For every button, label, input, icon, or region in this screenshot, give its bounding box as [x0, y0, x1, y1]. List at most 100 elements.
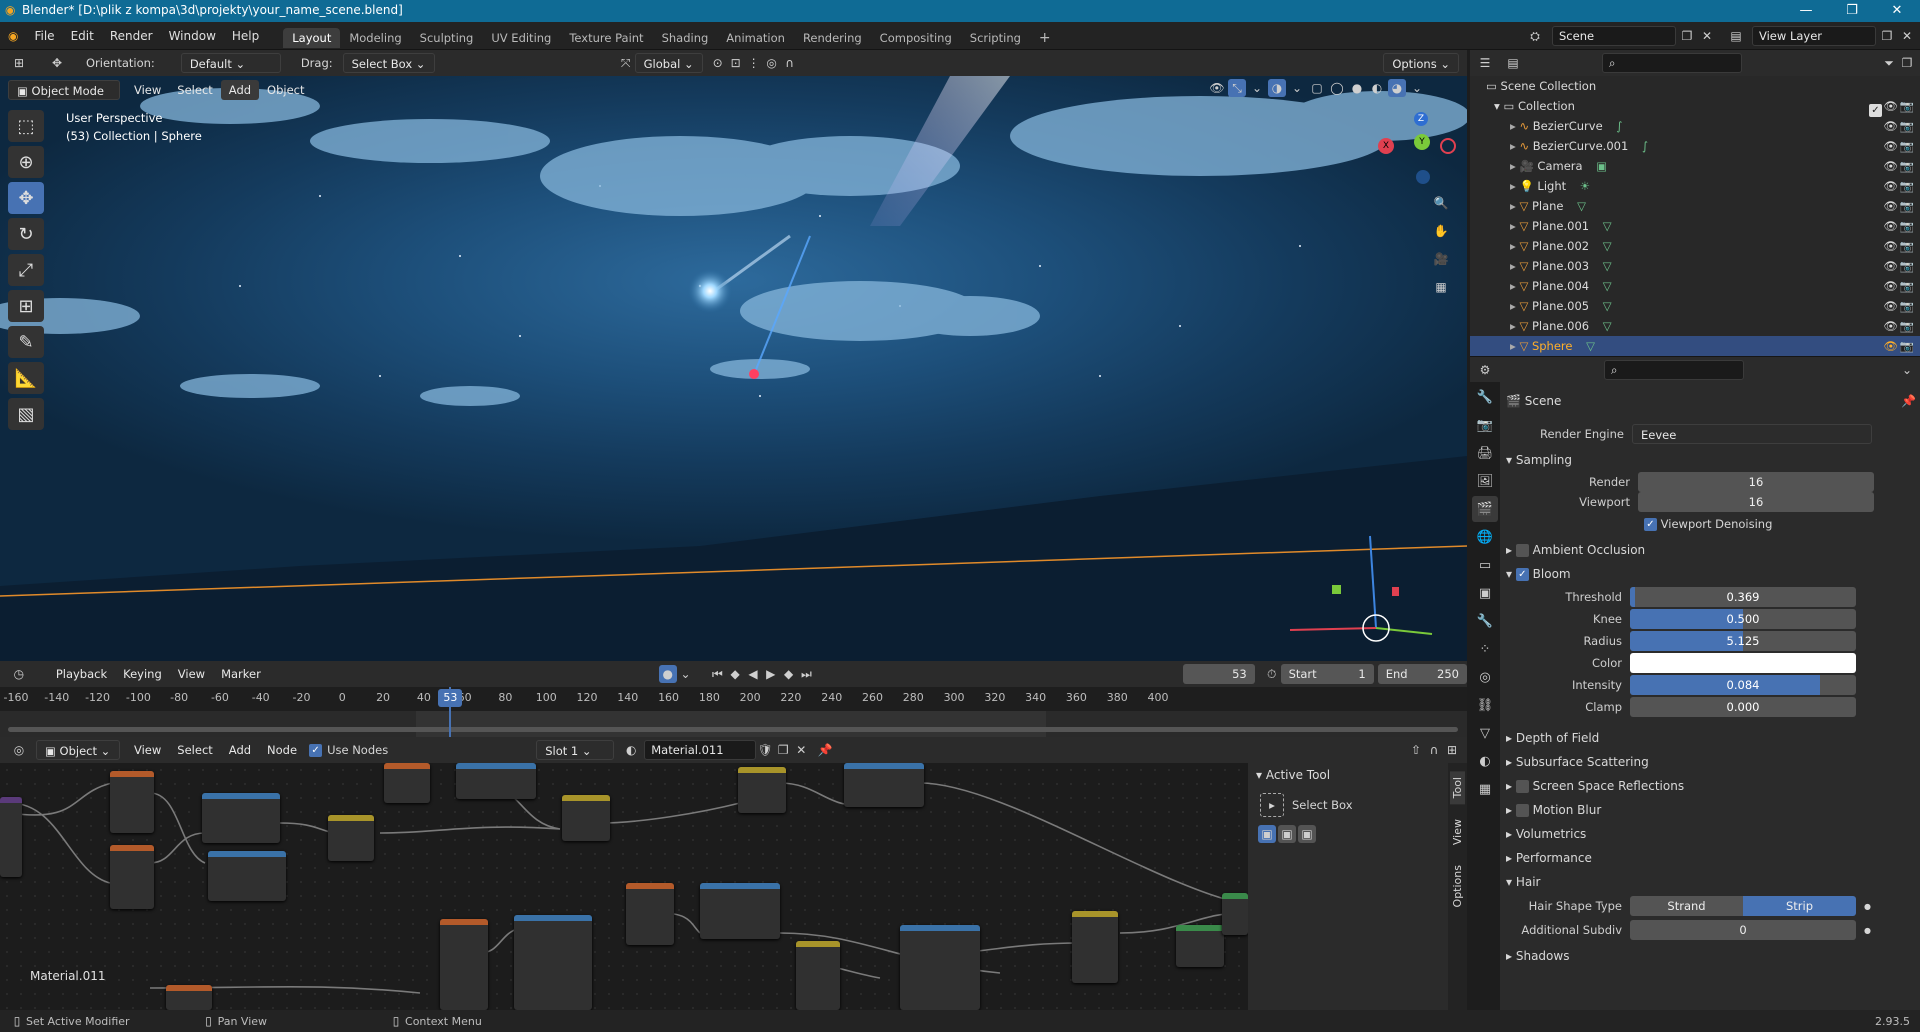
render-camera-icon[interactable]: 📷: [1900, 116, 1914, 136]
node-colorramp-f[interactable]: [514, 915, 592, 1010]
outliner-item-row[interactable]: ▸ 🎥 Camera ▣ 👁 📷: [1470, 156, 1920, 176]
ambient-occlusion-header[interactable]: ▸ Ambient Occlusion: [1506, 538, 1916, 562]
node-colorramp-d[interactable]: [844, 763, 924, 807]
object-shader-dropdown[interactable]: ▣ Object ⌄: [36, 740, 120, 760]
drag-dropdown[interactable]: Select Box ⌄: [342, 53, 435, 73]
new-scene-icon[interactable]: ❐: [1678, 27, 1696, 45]
outliner-item-row[interactable]: ▸ ▽ Plane.001 ▽ 👁 📷: [1470, 216, 1920, 236]
data-tab-icon[interactable]: ▽: [1472, 720, 1498, 746]
collection-visibility-icon[interactable]: 👁: [1883, 96, 1898, 116]
menu-node[interactable]: Node: [259, 740, 305, 760]
menu-edit[interactable]: Edit: [63, 22, 102, 50]
material-browse-icon[interactable]: ◐: [622, 741, 640, 759]
ambient-occlusion-checkbox[interactable]: [1515, 544, 1529, 557]
node-emission[interactable]: [1176, 925, 1224, 967]
node-canvas[interactable]: Material.011: [0, 763, 1248, 1010]
move-tool-icon[interactable]: ✥: [8, 182, 44, 214]
snap-mode-icon[interactable]: ⊞: [1443, 741, 1461, 759]
fake-user-icon[interactable]: 🛡: [756, 741, 774, 759]
render-camera-icon[interactable]: 📷: [1900, 316, 1914, 336]
visibility-eye-icon[interactable]: 👁: [1883, 196, 1898, 216]
orientation-dropdown[interactable]: Default ⌄: [180, 53, 281, 73]
menu-object[interactable]: Object: [259, 80, 312, 100]
outliner-item-row[interactable]: ▸ ▽ Plane ▽ 👁 📷: [1470, 196, 1920, 216]
render-tab-icon[interactable]: 📷: [1472, 412, 1498, 438]
sampling-panel-header[interactable]: ▾ Sampling: [1506, 448, 1916, 472]
tab-tool[interactable]: Tool: [1450, 771, 1465, 805]
outliner-item-row[interactable]: ▸ ∿ BezierCurve ∫ 👁 📷: [1470, 116, 1920, 136]
render-camera-icon[interactable]: 📷: [1900, 196, 1914, 216]
menu-help[interactable]: Help: [224, 22, 267, 50]
object-data-icon[interactable]: ▽: [1603, 319, 1612, 333]
end-frame-field[interactable]: End 250: [1377, 664, 1467, 684]
menu-select[interactable]: Select: [169, 740, 220, 760]
knee-slider[interactable]: 0.500: [1630, 609, 1856, 629]
proportional-falloff-icon[interactable]: ∩: [781, 54, 799, 72]
shading-dropdown-icon[interactable]: ⌄: [1408, 79, 1426, 97]
select-box-tool-icon[interactable]: ⬚: [8, 110, 44, 142]
view-layer-tab-icon[interactable]: 🖼: [1472, 468, 1498, 494]
tab-layout[interactable]: Layout: [283, 27, 341, 48]
particles-tab-icon[interactable]: ⁘: [1472, 636, 1498, 662]
display-mode-icon[interactable]: ▤: [1504, 54, 1522, 72]
tab-view[interactable]: View: [1450, 813, 1465, 851]
expand-arrow-icon[interactable]: ▸: [1510, 179, 1516, 193]
tab-scripting[interactable]: Scripting: [961, 28, 1030, 48]
snap-icon[interactable]: ⊡: [727, 54, 745, 72]
expand-arrow-icon[interactable]: ▸: [1510, 339, 1516, 353]
render-engine-dropdown[interactable]: Eevee: [1632, 424, 1872, 444]
cursor-tool-icon[interactable]: ⊕: [8, 146, 44, 178]
menu-select[interactable]: Select: [169, 80, 220, 100]
3d-viewport[interactable]: ▣ Object Mode ⌄ View Select Add Object 👁…: [0, 76, 1467, 661]
pan-hand-icon[interactable]: ✋: [1432, 222, 1450, 240]
next-keyframe-icon[interactable]: ◆: [780, 665, 798, 683]
bloom-color-swatch[interactable]: [1630, 653, 1856, 673]
menu-keying[interactable]: Keying: [115, 664, 170, 684]
scene-collection-row[interactable]: ▭ Scene Collection: [1470, 76, 1920, 96]
navigation-gizmo[interactable]: Z Y X: [1378, 112, 1458, 192]
render-camera-icon[interactable]: 📷: [1900, 136, 1914, 156]
clamp-slider[interactable]: 0.000: [1630, 697, 1856, 717]
object-data-icon[interactable]: ▽: [1603, 279, 1612, 293]
render-camera-icon[interactable]: 📷: [1900, 156, 1914, 176]
render-camera-icon[interactable]: 📷: [1900, 296, 1914, 316]
gizmo-toggle-icon[interactable]: ⤡: [1228, 79, 1246, 97]
keying-dropdown-icon[interactable]: ⌄: [677, 665, 695, 683]
visibility-eye-icon[interactable]: 👁: [1883, 156, 1898, 176]
filter-icon[interactable]: ⏷: [1880, 54, 1898, 72]
gizmo-z-axis[interactable]: Z: [1414, 112, 1428, 126]
expand-arrow-icon[interactable]: ▸: [1510, 139, 1516, 153]
hair-header[interactable]: ▾ Hair: [1506, 870, 1916, 894]
unlink-material-icon[interactable]: ✕: [792, 741, 810, 759]
slot-dropdown[interactable]: Slot 1 ⌄: [536, 740, 615, 760]
output-tab-icon[interactable]: 🖨: [1472, 440, 1498, 466]
visibility-eye-icon[interactable]: 👁: [1883, 296, 1898, 316]
properties-editor-icon[interactable]: ⚙: [1476, 361, 1494, 379]
world-tab-icon[interactable]: 🌐: [1472, 524, 1498, 550]
node-mapping-c[interactable]: [166, 985, 212, 1010]
tab-texture-paint[interactable]: Texture Paint: [560, 28, 652, 48]
visibility-eye-icon[interactable]: 👁: [1883, 256, 1898, 276]
menu-view[interactable]: View: [126, 80, 169, 100]
new-view-layer-icon[interactable]: ❐: [1878, 27, 1896, 45]
object-tab-icon[interactable]: ▣: [1472, 580, 1498, 606]
play-reverse-icon[interactable]: ◀: [744, 665, 762, 683]
render-camera-icon[interactable]: 📷: [1900, 256, 1914, 276]
render-camera-icon[interactable]: 📷: [1900, 176, 1914, 196]
outliner-item-row[interactable]: ▸ ▽ Plane.003 ▽ 👁 📷: [1470, 256, 1920, 276]
hair-shape-keyframe-dot[interactable]: ●: [1864, 902, 1871, 911]
ortho-grid-icon[interactable]: ▦: [1432, 278, 1450, 296]
node-colorramp-e[interactable]: [700, 883, 780, 939]
select-box-icon[interactable]: ▸: [1260, 793, 1284, 817]
visibility-icon[interactable]: 👁: [1208, 79, 1226, 97]
timeline-editor-icon[interactable]: ◷: [10, 665, 28, 683]
node-noise-a[interactable]: [384, 763, 430, 803]
outliner-item-row[interactable]: ▸ ▽ Plane.005 ▽ 👁 📷: [1470, 296, 1920, 316]
current-frame-field[interactable]: 53: [1183, 664, 1255, 684]
select-subtract-icon[interactable]: ▣: [1298, 825, 1316, 843]
node-mapping-a[interactable]: [110, 771, 154, 833]
scene-field[interactable]: Scene: [1552, 26, 1676, 46]
tab-modeling[interactable]: Modeling: [340, 28, 410, 48]
viewport-denoising-checkbox[interactable]: ✓: [1644, 517, 1657, 531]
render-samples-field[interactable]: 16: [1638, 472, 1874, 492]
